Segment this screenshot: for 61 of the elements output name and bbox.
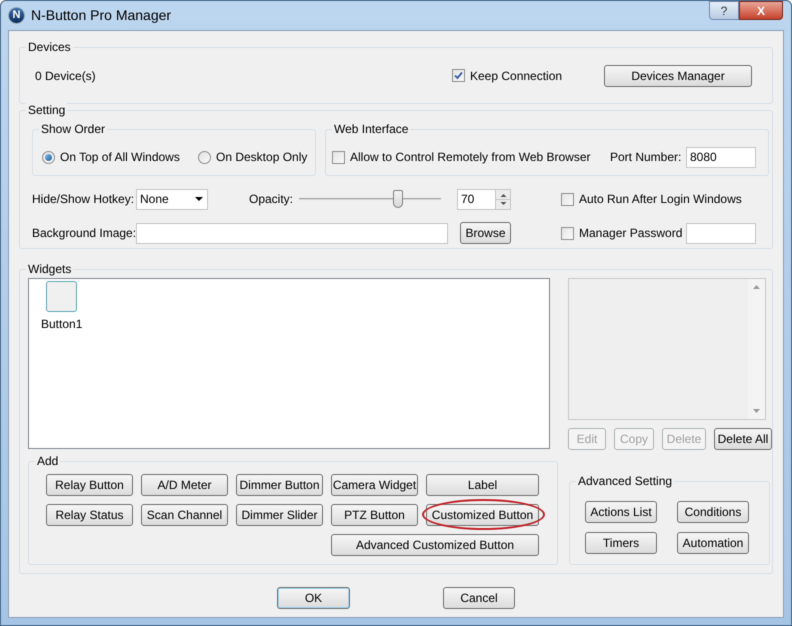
- advanced-setting-button[interactable]: Actions List: [585, 501, 657, 523]
- add-widget-button[interactable]: Dimmer Slider: [236, 504, 323, 526]
- opacity-label: Opacity:: [249, 191, 294, 208]
- checkbox-label: Manager Password: [579, 225, 682, 242]
- checkbox[interactable]: [452, 69, 465, 82]
- group-label: Widgets: [26, 262, 74, 276]
- checkbox[interactable]: [332, 150, 345, 164]
- hotkey-label: Hide/Show Hotkey:: [32, 191, 136, 208]
- checkbox[interactable]: [561, 226, 574, 240]
- spinner-arrows-icon: [495, 190, 510, 208]
- dialog-button[interactable]: OK: [277, 587, 350, 609]
- checkbox-label: Auto Run After Login Windows: [579, 191, 742, 208]
- group-label: Devices: [26, 40, 73, 54]
- hotkey-dropdown[interactable]: None: [136, 188, 208, 210]
- background-image-field[interactable]: [136, 222, 448, 244]
- browse-button[interactable]: Browse: [460, 222, 511, 244]
- dialog-button[interactable]: Cancel: [443, 587, 515, 609]
- widget-label: Button1: [41, 316, 82, 333]
- app-logo-icon: N: [8, 7, 25, 24]
- add-widget-button[interactable]: Relay Button: [46, 474, 133, 496]
- opacity-slider[interactable]: [299, 188, 441, 210]
- background-image-label: Background Image:: [32, 225, 136, 242]
- group-label: Web Interface: [332, 122, 410, 136]
- group-label: Add: [35, 454, 60, 468]
- widget-tile[interactable]: [46, 281, 78, 312]
- radio-button[interactable]: [42, 150, 55, 164]
- advanced-setting-button[interactable]: Timers: [585, 532, 657, 554]
- add-widget-button[interactable]: PTZ Button: [331, 504, 418, 526]
- radio-button[interactable]: [198, 150, 211, 164]
- add-widget-button[interactable]: Relay Status: [46, 504, 133, 526]
- help-button[interactable]: ?: [709, 1, 739, 20]
- add-widget-button[interactable]: Scan Channel: [141, 504, 228, 526]
- scroll-down-icon[interactable]: [753, 409, 760, 413]
- window-title: N-Button Pro Manager: [31, 6, 172, 25]
- checkbox-label: Keep Connection: [470, 68, 562, 84]
- group-label: Advanced Setting: [576, 474, 674, 488]
- scroll-up-icon[interactable]: [753, 285, 760, 289]
- advanced-setting-button[interactable]: Automation: [677, 532, 749, 554]
- password-field[interactable]: [686, 222, 756, 244]
- add-widget-button[interactable]: Label: [426, 474, 539, 496]
- add-widget-button[interactable]: A/D Meter: [141, 474, 228, 496]
- device-count: 0 Device(s): [35, 68, 97, 84]
- action-button[interactable]: Delete All: [714, 428, 772, 450]
- opacity-spinner[interactable]: 70: [457, 188, 511, 210]
- group-label: Show Order: [39, 122, 108, 136]
- checkbox[interactable]: [561, 192, 574, 206]
- widget-list[interactable]: Button1: [28, 278, 550, 449]
- add-widget-button[interactable]: Camera Widget: [331, 474, 418, 496]
- add-widget-button[interactable]: Dimmer Button: [236, 474, 323, 496]
- caret-icon: [195, 197, 203, 201]
- radio-label: On Desktop Only: [216, 149, 308, 166]
- scrollbar[interactable]: [748, 279, 765, 419]
- add-widget-button[interactable]: Advanced Customized Button: [331, 534, 539, 556]
- advanced-setting-button[interactable]: Conditions: [677, 501, 749, 523]
- group-label: Setting: [26, 103, 68, 117]
- add-widget-button[interactable]: Customized Button: [426, 504, 539, 526]
- radio-label: On Top of All Windows: [60, 149, 180, 166]
- devices-manager-button[interactable]: Devices Manager: [604, 64, 752, 86]
- port-number-label: Port Number:: [610, 149, 682, 166]
- port-number-field[interactable]: 8080: [686, 146, 756, 168]
- checkbox-label: Allow to Control Remotely from Web Browser: [350, 149, 591, 166]
